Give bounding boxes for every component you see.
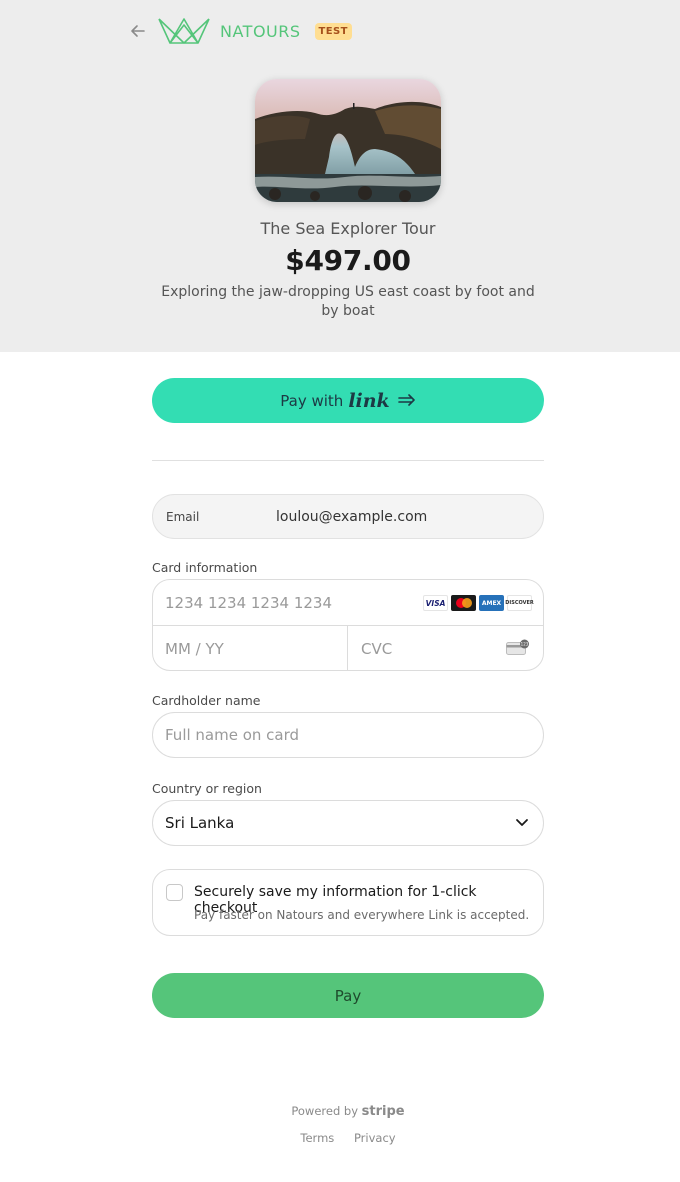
card-expiry-input[interactable]: MM / YY: [153, 626, 348, 671]
save-info-option: Securely save my information for 1-click…: [152, 869, 544, 936]
terms-link[interactable]: Terms: [300, 1131, 334, 1145]
header: NATOURS TEST: [130, 14, 352, 48]
visa-icon: VISA: [423, 595, 448, 611]
chevron-down-icon: [516, 819, 528, 826]
pay-button[interactable]: Pay: [152, 973, 544, 1018]
stripe-logo[interactable]: stripe: [362, 1104, 405, 1119]
card-brands: VISA AMEX DISCOVER: [423, 595, 534, 611]
link-button-label: Pay with: [280, 391, 344, 410]
country-value: Sri Lanka: [165, 814, 235, 832]
save-info-subtitle: Pay faster on Natours and everywhere Lin…: [194, 908, 530, 922]
product-price: $497.00: [285, 244, 411, 277]
arrow-right-icon: [397, 391, 416, 410]
powered-by-text: Powered by: [291, 1104, 359, 1118]
cardholder-placeholder: Full name on card: [165, 726, 300, 744]
card-number-input[interactable]: 1234 1234 1234 1234 VISA AMEX DISCOVER: [153, 580, 543, 626]
crown-logo-icon[interactable]: [156, 15, 212, 47]
product-description: Exploring the jaw-dropping US east coast…: [161, 284, 535, 319]
powered-by: Powered by stripe: [0, 1104, 680, 1119]
country-label: Country or region: [152, 781, 262, 796]
mastercard-icon: [451, 595, 476, 611]
privacy-link[interactable]: Privacy: [354, 1131, 396, 1145]
divider: [152, 460, 544, 461]
card-info-label: Card information: [152, 560, 258, 575]
footer-links: Terms Privacy: [0, 1131, 680, 1145]
back-arrow-icon[interactable]: [130, 21, 150, 41]
discover-icon: DISCOVER: [505, 595, 534, 611]
pay-with-link-button[interactable]: Pay with link: [152, 378, 544, 423]
email-value: loulou@example.com: [276, 508, 428, 525]
brand-name[interactable]: NATOURS: [220, 22, 301, 41]
link-brand: link: [348, 389, 390, 412]
card-number-placeholder: 1234 1234 1234 1234: [165, 593, 332, 612]
amex-icon: AMEX: [479, 595, 504, 611]
cvc-card-icon: 123: [506, 639, 529, 655]
cardholder-name-input[interactable]: Full name on card: [152, 712, 544, 758]
cardholder-label: Cardholder name: [152, 693, 261, 708]
svg-text:123: 123: [521, 642, 529, 647]
product-image: [255, 79, 441, 202]
email-label: Email: [166, 509, 200, 524]
card-information-group: 1234 1234 1234 1234 VISA AMEX DISCOVER M…: [152, 579, 544, 671]
test-mode-badge: TEST: [314, 22, 352, 40]
card-cvc-input[interactable]: CVC 123: [348, 626, 543, 671]
email-field[interactable]: Email loulou@example.com: [152, 494, 544, 539]
country-select[interactable]: Sri Lanka: [152, 800, 544, 846]
save-info-checkbox[interactable]: [166, 884, 183, 901]
expiry-placeholder: MM / YY: [165, 639, 224, 658]
product-name: The Sea Explorer Tour: [260, 219, 436, 238]
cvc-placeholder: CVC: [361, 639, 393, 658]
